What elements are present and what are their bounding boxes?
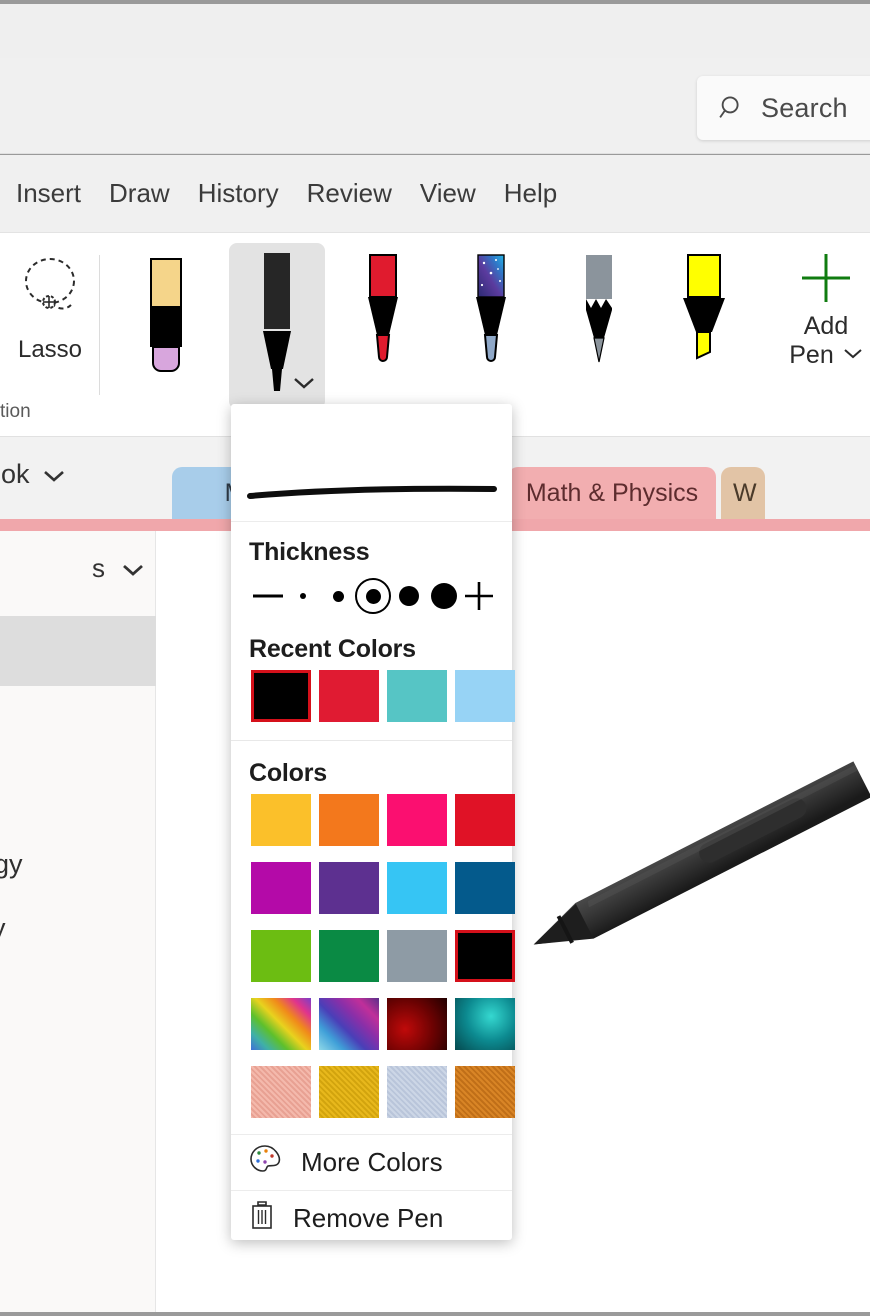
color-swatch-gold-pencil[interactable] xyxy=(319,1066,379,1118)
ribbon-tab-help[interactable]: Help xyxy=(490,178,571,209)
color-swatch-yellow[interactable] xyxy=(251,794,311,846)
thickness-more-option[interactable] xyxy=(461,574,496,618)
thickness-1-option[interactable] xyxy=(286,574,321,618)
pen-options-flyout: Thickness Recent Colors Colors More Colo… xyxy=(231,404,515,1240)
search-icon xyxy=(717,93,747,123)
thickness-2-option[interactable] xyxy=(321,574,356,618)
page-list-header-label: s xyxy=(92,553,105,583)
color-row-3 xyxy=(247,930,515,982)
chevron-down-icon[interactable] xyxy=(843,346,863,364)
notebook-name-dropdown[interactable]: ook xyxy=(0,459,66,490)
recent-colors-row xyxy=(247,670,515,722)
pen-item-galaxy[interactable] xyxy=(443,251,539,399)
page-list-header[interactable]: s xyxy=(92,553,145,584)
lasso-label: Lasso xyxy=(17,336,83,363)
color-swatch-lava-texture[interactable] xyxy=(387,998,447,1050)
thickness-4-option[interactable] xyxy=(391,574,426,618)
add-pen-label-line1: Add xyxy=(803,312,849,340)
section-tab-w[interactable]: W xyxy=(721,467,765,519)
colors-heading: Colors xyxy=(249,759,327,787)
remove-pen-item[interactable]: Remove Pen xyxy=(231,1190,512,1246)
group-caption: tion xyxy=(0,401,31,422)
trash-icon xyxy=(249,1199,275,1238)
color-row-1 xyxy=(247,794,515,846)
app-window: Search Insert Draw History Review View H… xyxy=(0,0,870,1316)
ribbon-group-divider xyxy=(99,255,100,395)
ribbon-tab-draw[interactable]: Draw xyxy=(95,178,184,209)
search-label: Search xyxy=(761,92,848,123)
thickness-options xyxy=(247,573,496,619)
more-colors-item[interactable]: More Colors xyxy=(231,1134,512,1190)
color-swatch-dark-blue[interactable] xyxy=(455,862,515,914)
page-text-fragment-1: gy xyxy=(0,849,23,879)
plus-icon xyxy=(797,249,855,312)
pen-item-highlighter-tan[interactable] xyxy=(118,251,214,399)
pen-item-black-selected[interactable] xyxy=(229,243,325,409)
page-text-fragment-2: y xyxy=(0,913,6,944)
color-swatch-cyan[interactable] xyxy=(387,862,447,914)
ribbon-tab-view[interactable]: View xyxy=(406,178,490,209)
pen-item-red[interactable] xyxy=(335,251,431,399)
recent-swatch-light-blue[interactable] xyxy=(455,670,515,722)
recent-swatch-teal[interactable] xyxy=(387,670,447,722)
color-swatch-gray[interactable] xyxy=(387,930,447,982)
color-swatch-black[interactable] xyxy=(455,930,515,982)
color-swatch-ocean-texture[interactable] xyxy=(455,998,515,1050)
ribbon-tab-review[interactable]: Review xyxy=(293,178,406,209)
pen-item-highlighter-yellow[interactable] xyxy=(656,251,752,399)
title-bar xyxy=(0,4,870,58)
color-swatch-rainbow-texture[interactable] xyxy=(251,998,311,1050)
lasso-icon xyxy=(13,251,87,330)
add-pen-label-line2: Pen xyxy=(789,340,834,369)
ribbon-tab-bar: Insert Draw History Review View Help xyxy=(0,155,870,233)
chevron-down-icon[interactable] xyxy=(293,376,315,395)
search-box[interactable]: Search xyxy=(697,76,870,140)
color-swatch-galaxy-texture[interactable] xyxy=(319,998,379,1050)
thickness-line-option[interactable] xyxy=(251,574,286,618)
recent-colors-heading: Recent Colors xyxy=(249,635,416,663)
color-swatch-bronze-pencil[interactable] xyxy=(455,1066,515,1118)
color-row-4 xyxy=(247,998,515,1050)
add-pen-button[interactable]: Add Pen xyxy=(771,249,870,409)
section-tab-math-physics[interactable]: Math & Physics xyxy=(508,467,716,519)
page-list-item-selected[interactable] xyxy=(0,616,156,686)
notebook-name-label: ook xyxy=(0,459,30,489)
thickness-3-option-selected[interactable] xyxy=(355,574,392,618)
ribbon-group-selection: Lasso tion xyxy=(0,233,100,437)
stroke-preview xyxy=(231,404,512,522)
more-colors-label: More Colors xyxy=(301,1147,443,1177)
ribbon-tab-history[interactable]: History xyxy=(184,178,293,209)
color-row-2 xyxy=(247,862,515,914)
thickness-heading: Thickness xyxy=(249,538,370,566)
lasso-button[interactable]: Lasso xyxy=(4,251,96,367)
page-list-pane: s gy y xyxy=(0,531,156,1312)
color-swatch-rose-gold-pencil[interactable] xyxy=(251,1066,311,1118)
color-swatch-red[interactable] xyxy=(455,794,515,846)
colors-section: Colors xyxy=(231,741,515,1118)
color-swatch-purple[interactable] xyxy=(319,862,379,914)
thickness-5-option[interactable] xyxy=(426,574,461,618)
chevron-down-icon[interactable] xyxy=(42,459,66,490)
thickness-section: Thickness Recent Colors xyxy=(231,522,515,722)
palette-icon xyxy=(249,1144,283,1181)
pen-item-pencil-gray[interactable] xyxy=(551,251,647,399)
recent-swatch-black[interactable] xyxy=(251,670,311,722)
color-swatch-orange[interactable] xyxy=(319,794,379,846)
color-swatch-green[interactable] xyxy=(319,930,379,982)
color-swatch-silver-pencil[interactable] xyxy=(387,1066,447,1118)
color-swatch-magenta[interactable] xyxy=(251,862,311,914)
ribbon-tab-insert[interactable]: Insert xyxy=(0,178,95,209)
chevron-down-icon[interactable] xyxy=(121,553,145,584)
color-swatch-light-green[interactable] xyxy=(251,930,311,982)
recent-swatch-red[interactable] xyxy=(319,670,379,722)
color-row-5 xyxy=(247,1066,515,1118)
color-swatch-pink[interactable] xyxy=(387,794,447,846)
remove-pen-label: Remove Pen xyxy=(293,1203,444,1233)
